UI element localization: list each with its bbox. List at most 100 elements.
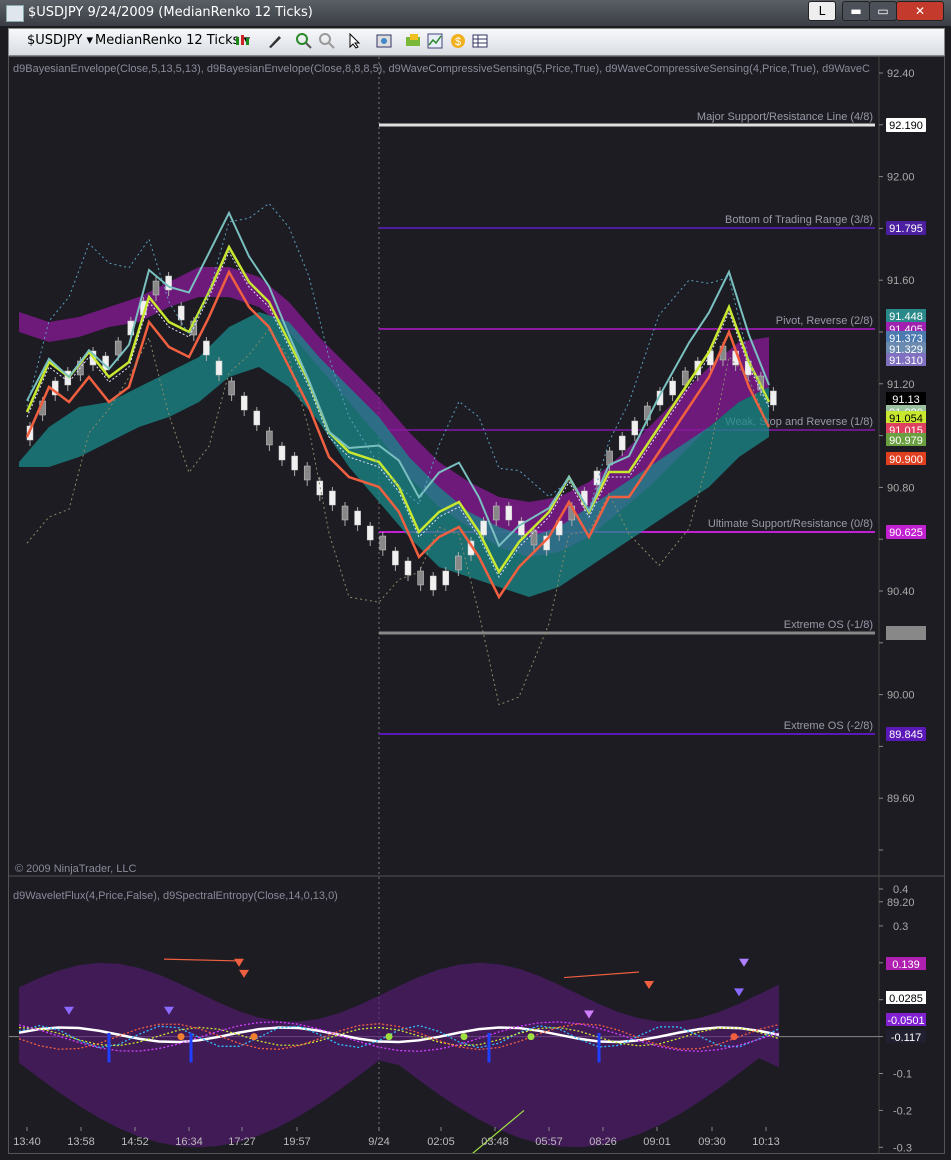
murray-line-label: Pivot, Reverse (2/8) — [776, 315, 873, 327]
murray-price-tag — [886, 626, 926, 640]
candle-body — [215, 360, 223, 376]
price-axis-tick: 90.00 — [887, 690, 915, 702]
candle-body — [618, 435, 626, 451]
spectral-entropy-area — [19, 962, 779, 1148]
price-tag-text: 91.13 — [892, 394, 920, 406]
osc-axis-tick: 0.4 — [893, 884, 908, 896]
price-axis-tick: 91.20 — [887, 379, 915, 391]
candle-body — [228, 380, 235, 396]
candle-body — [341, 505, 349, 521]
signal-dot-marker — [250, 1033, 258, 1041]
app-icon — [6, 5, 24, 22]
price-tag-text: 91.448 — [889, 311, 923, 323]
candle-body — [240, 395, 248, 411]
svg-text:$: $ — [455, 36, 461, 48]
period-selector[interactable]: MedianRenko 12 Ticks ▾ — [95, 33, 250, 48]
signal-triangle-marker — [644, 980, 654, 989]
pencil-icon[interactable] — [267, 33, 283, 49]
candle-body — [492, 505, 500, 521]
price-axis-tick: 91.60 — [887, 275, 915, 287]
signal-triangle-marker — [734, 988, 744, 997]
candlestick-icon[interactable] — [234, 33, 250, 49]
osc-axis-tick: -0.3 — [893, 1142, 912, 1153]
window-title: $USDJPY 9/24/2009 (MedianRenko 12 Ticks) — [28, 5, 313, 20]
copyright-text: © 2009 NinjaTrader, LLC — [15, 863, 136, 875]
x-axis-label: 13:58 — [67, 1136, 95, 1148]
osc-axis-tick: -0.1 — [893, 1069, 912, 1081]
murray-line-label: Ultimate Support/Resistance (0/8) — [708, 518, 873, 530]
trend-line-orange — [163, 958, 240, 962]
price-indicators-label: d9BayesianEnvelope(Close,5,13,5,13), d9B… — [13, 63, 870, 75]
candle-body — [366, 525, 374, 541]
candle-body — [530, 530, 538, 546]
murray-price-tag-text: 92.190 — [889, 120, 923, 132]
candle-body — [417, 570, 424, 586]
murray-price-tag-text: 89.845 — [889, 729, 923, 741]
price-axis-tick: 92.40 — [887, 68, 915, 80]
chart-area[interactable]: d9BayesianEnvelope(Close,5,13,5,13), d9B… — [8, 56, 945, 1160]
candle-body — [480, 520, 487, 536]
candle-body — [669, 380, 676, 396]
x-axis-label: 9/24 — [368, 1136, 389, 1148]
zoom-out-icon[interactable] — [319, 33, 335, 49]
ninjatrader-chart-window: $USDJPY 9/24/2009 (MedianRenko 12 Ticks)… — [0, 0, 951, 1160]
grid-icon[interactable] — [472, 33, 488, 49]
instrument-selector[interactable]: $USDJPY ▾ — [27, 33, 93, 48]
candle-body — [278, 445, 286, 461]
x-axis-label: 13:40 — [13, 1136, 41, 1148]
price-axis-tick: 90.80 — [887, 482, 915, 494]
data-box-icon[interactable] — [405, 33, 421, 49]
murray-line-label: Major Support/Resistance Line (4/8) — [697, 111, 873, 123]
close-button[interactable]: ✕ — [896, 1, 944, 21]
candle-body — [177, 305, 185, 321]
candle-body — [152, 280, 160, 296]
price-axis-tick: 92.00 — [887, 172, 915, 184]
title-bar[interactable]: $USDJPY 9/24/2009 (MedianRenko 12 Ticks)… — [0, 0, 951, 26]
signal-triangle-marker — [234, 958, 244, 967]
candle-body — [114, 340, 122, 356]
pointer-icon[interactable] — [347, 33, 363, 49]
signal-dot-marker — [527, 1033, 535, 1041]
murray-line-label: Extreme OS (-1/8) — [784, 619, 873, 631]
price-axis-tick: 89.60 — [887, 793, 915, 805]
properties-icon[interactable] — [376, 33, 392, 49]
dollar-icon[interactable]: $ — [450, 33, 466, 49]
x-axis-label: 03:48 — [481, 1136, 509, 1148]
x-axis-label: 10:13 — [752, 1136, 780, 1148]
osc-tag-text: 0.0285 — [889, 993, 923, 1005]
period-label: MedianRenko 12 Ticks — [95, 33, 240, 48]
chart-trader-icon[interactable] — [427, 33, 443, 49]
price-axis-tick: 89.20 — [887, 897, 915, 909]
murray-line-label: Bottom of Trading Range (3/8) — [725, 214, 873, 226]
candle-body — [593, 470, 601, 486]
candle-body — [303, 465, 311, 481]
signal-dot-marker — [177, 1033, 185, 1041]
murray-price-tag-text: 90.625 — [889, 527, 923, 539]
candle-body — [203, 340, 210, 356]
x-axis-label: 09:30 — [698, 1136, 726, 1148]
price-tag-text: 90.979 — [889, 435, 923, 447]
x-axis-label: 02:05 — [427, 1136, 455, 1148]
chart-canvas[interactable]: d9BayesianEnvelope(Close,5,13,5,13), d9B… — [9, 57, 944, 1160]
murray-price-tag-text: 91.795 — [889, 223, 923, 235]
signal-dot-marker — [460, 1033, 468, 1041]
price-tag-text: 90.900 — [889, 454, 923, 466]
x-axis-label: 16:34 — [175, 1136, 203, 1148]
candle-body — [455, 555, 462, 571]
price-tag-text: 91.310 — [889, 355, 923, 367]
minimize-button[interactable]: ▬ — [842, 1, 870, 21]
maximize-button[interactable]: ▭ — [869, 1, 897, 21]
candle-body — [329, 490, 336, 506]
osc-tag-text: -0.117 — [891, 1032, 921, 1044]
candle-body — [505, 505, 513, 521]
zoom-in-icon[interactable] — [296, 33, 312, 49]
trend-line-orange — [563, 971, 640, 979]
candle-body — [770, 390, 777, 406]
link-button[interactable]: L — [808, 1, 836, 21]
price-axis-tick: 90.40 — [887, 586, 915, 598]
x-axis-label: 05:57 — [535, 1136, 563, 1148]
candle-body — [354, 510, 361, 526]
candle-body — [291, 455, 298, 471]
murray-line-label: Extreme OS (-2/8) — [784, 720, 873, 732]
instrument-label: $USDJPY — [27, 33, 83, 48]
